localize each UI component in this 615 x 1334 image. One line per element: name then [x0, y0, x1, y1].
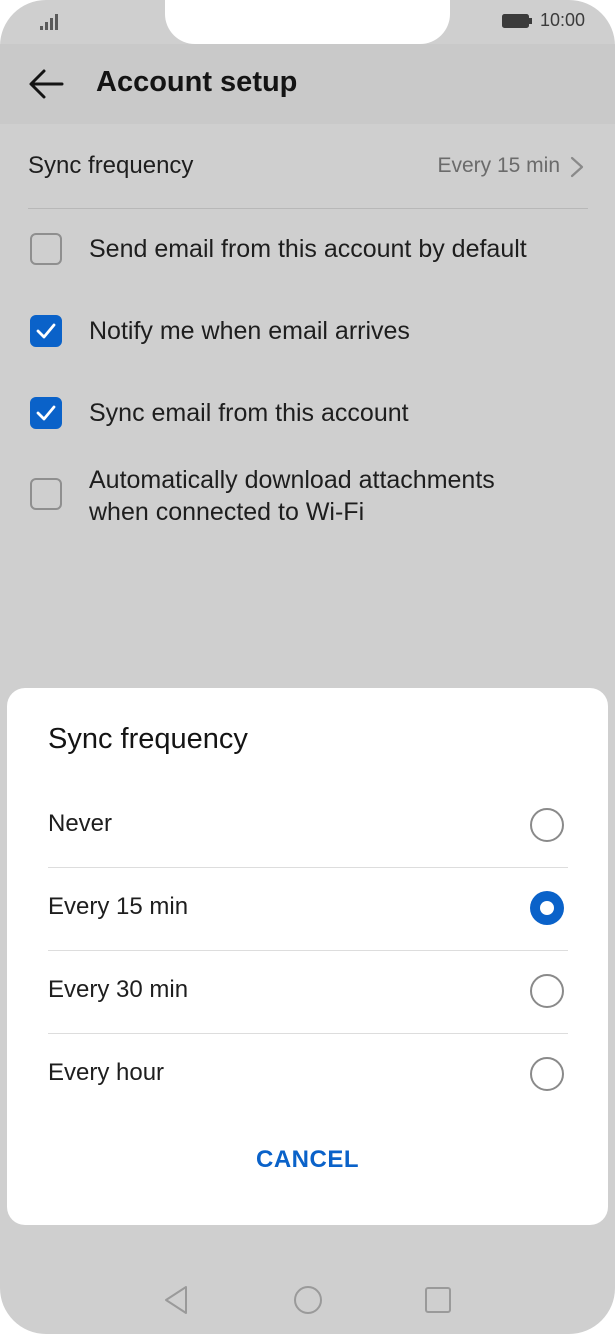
option-label: Every hour: [48, 1059, 165, 1086]
sync-frequency-value: Every 15 min: [437, 154, 560, 177]
sync-email-label: Sync email from this account: [89, 399, 409, 427]
sync-frequency-label: Sync frequency: [28, 152, 194, 179]
chevron-right-icon: [570, 156, 584, 178]
status-bar: 10:00: [0, 0, 615, 44]
option-label: Every 30 min: [48, 976, 189, 1003]
status-time: 10:00: [540, 10, 586, 30]
radio-button[interactable]: [530, 1057, 564, 1091]
option-every-hour[interactable]: Every hour: [48, 1034, 568, 1116]
default-account-checkbox[interactable]: [30, 233, 62, 265]
triangle-back-icon[interactable]: [163, 1285, 189, 1315]
dialog-title: Sync frequency: [48, 723, 248, 755]
sync-frequency-dialog: Sync frequency Never Every 15 min Every …: [7, 688, 608, 1225]
signal-icon: [40, 14, 58, 30]
app-header: Account setup: [0, 44, 615, 124]
radio-button-selected[interactable]: [530, 891, 564, 925]
square-recent-icon[interactable]: [425, 1287, 451, 1313]
checkmark-icon: [36, 323, 56, 339]
auto-download-checkbox[interactable]: [30, 478, 62, 510]
sync-email-checkbox[interactable]: [30, 397, 62, 429]
notify-label: Notify me when email arrives: [89, 317, 410, 345]
battery-icon: [502, 14, 532, 28]
auto-download-row[interactable]: Automatically download attachments when …: [30, 462, 590, 528]
default-account-label: Send email from this account by default: [89, 235, 527, 263]
default-account-row[interactable]: Send email from this account by default: [30, 232, 590, 266]
sync-email-row[interactable]: Sync email from this account: [30, 396, 590, 430]
checkmark-icon: [36, 405, 56, 421]
radio-button[interactable]: [530, 808, 564, 842]
auto-download-label-line2: when connected to Wi-Fi: [89, 498, 365, 526]
option-label: Never: [48, 810, 113, 837]
option-every-15-min[interactable]: Every 15 min: [48, 868, 568, 951]
notify-row[interactable]: Notify me when email arrives: [30, 314, 590, 348]
arrow-left-icon[interactable]: [28, 68, 64, 100]
camera-notch: [165, 0, 450, 44]
circle-home-icon[interactable]: [293, 1285, 323, 1315]
cancel-button[interactable]: CANCEL: [7, 1146, 608, 1174]
auto-download-label: Automatically download attachments: [89, 466, 495, 494]
phone-screen: 10:00 Account setup Sync frequency Every…: [0, 0, 615, 1334]
option-every-30-min[interactable]: Every 30 min: [48, 951, 568, 1034]
sync-frequency-row[interactable]: Sync frequency Every 15 min: [28, 124, 588, 209]
page-title: Account setup: [96, 66, 298, 98]
option-label: Every 15 min: [48, 893, 189, 920]
option-never[interactable]: Never: [48, 785, 568, 868]
notify-checkbox[interactable]: [30, 315, 62, 347]
radio-button[interactable]: [530, 974, 564, 1008]
